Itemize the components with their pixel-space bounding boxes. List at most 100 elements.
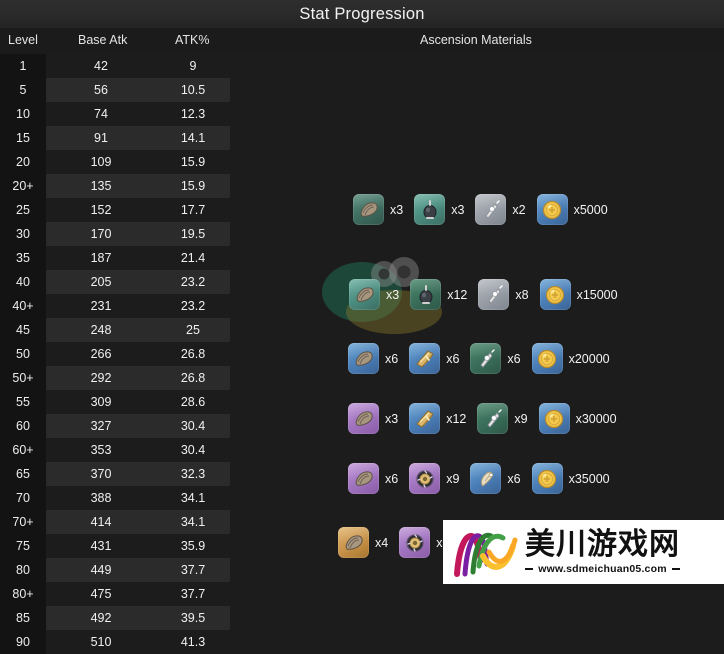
cell-atk-pct: 37.7 [180,563,206,577]
mora-coin-icon[interactable] [539,279,571,310]
material-quantity: x15000 [576,287,618,302]
mora-coin-icon[interactable] [538,403,570,434]
cell-base-atk: 292 [90,371,112,385]
icon-art [352,407,376,431]
ascension-material: x9 [409,463,459,494]
cell-level: 40 [0,270,46,294]
material-quantity: x9 [514,411,528,426]
common-drop-medal-purple-icon[interactable] [409,463,441,494]
icon-art [413,467,437,491]
material-quantity: x6 [507,351,521,366]
icon-art [542,407,566,431]
cell-atk-pct: 30.4 [180,419,206,433]
ascension-material: x6 [470,343,521,374]
icon-art [413,347,437,371]
cell-level: 20+ [0,174,46,198]
cell-level: 50 [0,342,46,366]
common-drop-scroll-blue-icon[interactable] [409,343,441,374]
cell-base-atk: 388 [90,491,112,505]
icon-art [352,467,376,491]
material-quantity: x6 [385,351,399,366]
weapon-ascension-gem-blue-icon[interactable] [348,343,379,374]
cell-level: 35 [0,246,46,270]
cell-level: 50+ [0,366,46,390]
cell-base-atk: 266 [90,347,112,361]
cell-atk-pct: 32.3 [180,467,206,481]
icon-art [474,347,498,371]
cell-atk-pct: 35.9 [180,539,206,553]
cell-base-atk: 135 [90,179,112,193]
material-quantity: x3 [390,202,404,217]
ascension-group-60plus: x3 x12 x9 x30000 [348,403,628,434]
table-row: 1 42 9 [0,54,724,78]
page-title: Stat Progression [299,4,425,23]
cell-base-atk: 370 [90,467,112,481]
cell-atk-pct: 28.6 [180,395,206,409]
common-drop-bomb-green-icon[interactable] [410,279,442,310]
table-header: Level Base Atk ATK% Ascension Materials [0,28,724,54]
ascension-material: x2 [475,194,526,225]
cell-atk-pct: 34.1 [180,515,206,529]
icon-art [352,347,376,371]
cell-atk-pct: 10.5 [180,83,206,97]
icon-art [535,347,559,371]
weapon-ascension-gem-purple-icon[interactable] [348,463,379,494]
common-drop-spark-green-icon[interactable] [470,343,502,374]
icon-art [540,198,564,222]
cell-base-atk: 152 [90,203,112,217]
cell-level: 60 [0,414,46,438]
weapon-ascension-gem-gold-icon[interactable] [338,527,369,558]
material-quantity: x8 [515,287,529,302]
cell-level: 55 [0,390,46,414]
ascension-material: x5000 [536,194,608,225]
cell-atk-pct: 25 [186,323,200,337]
cell-base-atk: 42 [94,59,108,73]
cell-base-atk: 492 [90,611,112,625]
table-row: 35 187 21.4 [0,246,724,270]
mora-coin-icon[interactable] [531,463,563,494]
common-drop-bomb-teal-icon[interactable] [414,194,446,225]
cell-atk-pct: 37.7 [180,587,206,601]
material-quantity: x6 [507,471,521,486]
common-drop-spark-gray-icon[interactable] [478,279,510,310]
ascension-material: x6 [348,343,398,374]
column-header-base-atk: Base Atk [78,33,128,47]
mora-coin-icon[interactable] [531,343,563,374]
cell-level: 80+ [0,582,46,606]
common-drop-spark-gray-icon[interactable] [475,194,507,225]
table-row: 10 74 12.3 [0,102,724,126]
column-header-atk-pct: ATK% [175,33,210,47]
table-row: 60+ 353 30.4 [0,438,724,462]
ascension-material: x18 [399,527,456,558]
common-drop-spark-green-icon[interactable] [477,403,509,434]
cell-base-atk: 414 [90,515,112,529]
ascension-material: x3 [348,403,398,434]
common-drop-bone-blue-icon[interactable] [470,463,502,494]
ascension-material: x35000 [531,463,610,494]
mora-coin-icon[interactable] [536,194,568,225]
window-titlebar: Stat Progression [0,0,724,28]
ascension-group-50plus: x6 x6 x6 x20000 [348,343,621,374]
weapon-ascension-gem-teal-icon[interactable] [349,279,380,310]
icon-art [479,198,503,222]
common-drop-medal-purple-icon[interactable] [399,527,431,558]
weapon-ascension-gem-green-icon[interactable] [353,194,384,225]
ascension-material: x15000 [539,279,618,310]
cell-level: 70 [0,486,46,510]
cell-level: 10 [0,102,46,126]
common-drop-scroll-blue-icon[interactable] [409,403,441,434]
cell-base-atk: 309 [90,395,112,409]
material-quantity: x3 [386,287,400,302]
icon-art [482,283,506,307]
cell-level: 5 [0,78,46,102]
cell-base-atk: 170 [90,227,112,241]
cell-atk-pct: 19.5 [180,227,206,241]
weapon-ascension-gem-purple-icon[interactable] [348,403,379,434]
cell-atk-pct: 21.4 [180,251,206,265]
material-quantity: x12 [447,287,468,302]
table-row: 80 449 37.7 [0,558,724,582]
material-quantity: x3 [385,411,399,426]
table-row: 85 492 39.5 [0,606,724,630]
ascension-material: x20000 [531,343,610,374]
cell-base-atk: 91 [94,131,108,145]
